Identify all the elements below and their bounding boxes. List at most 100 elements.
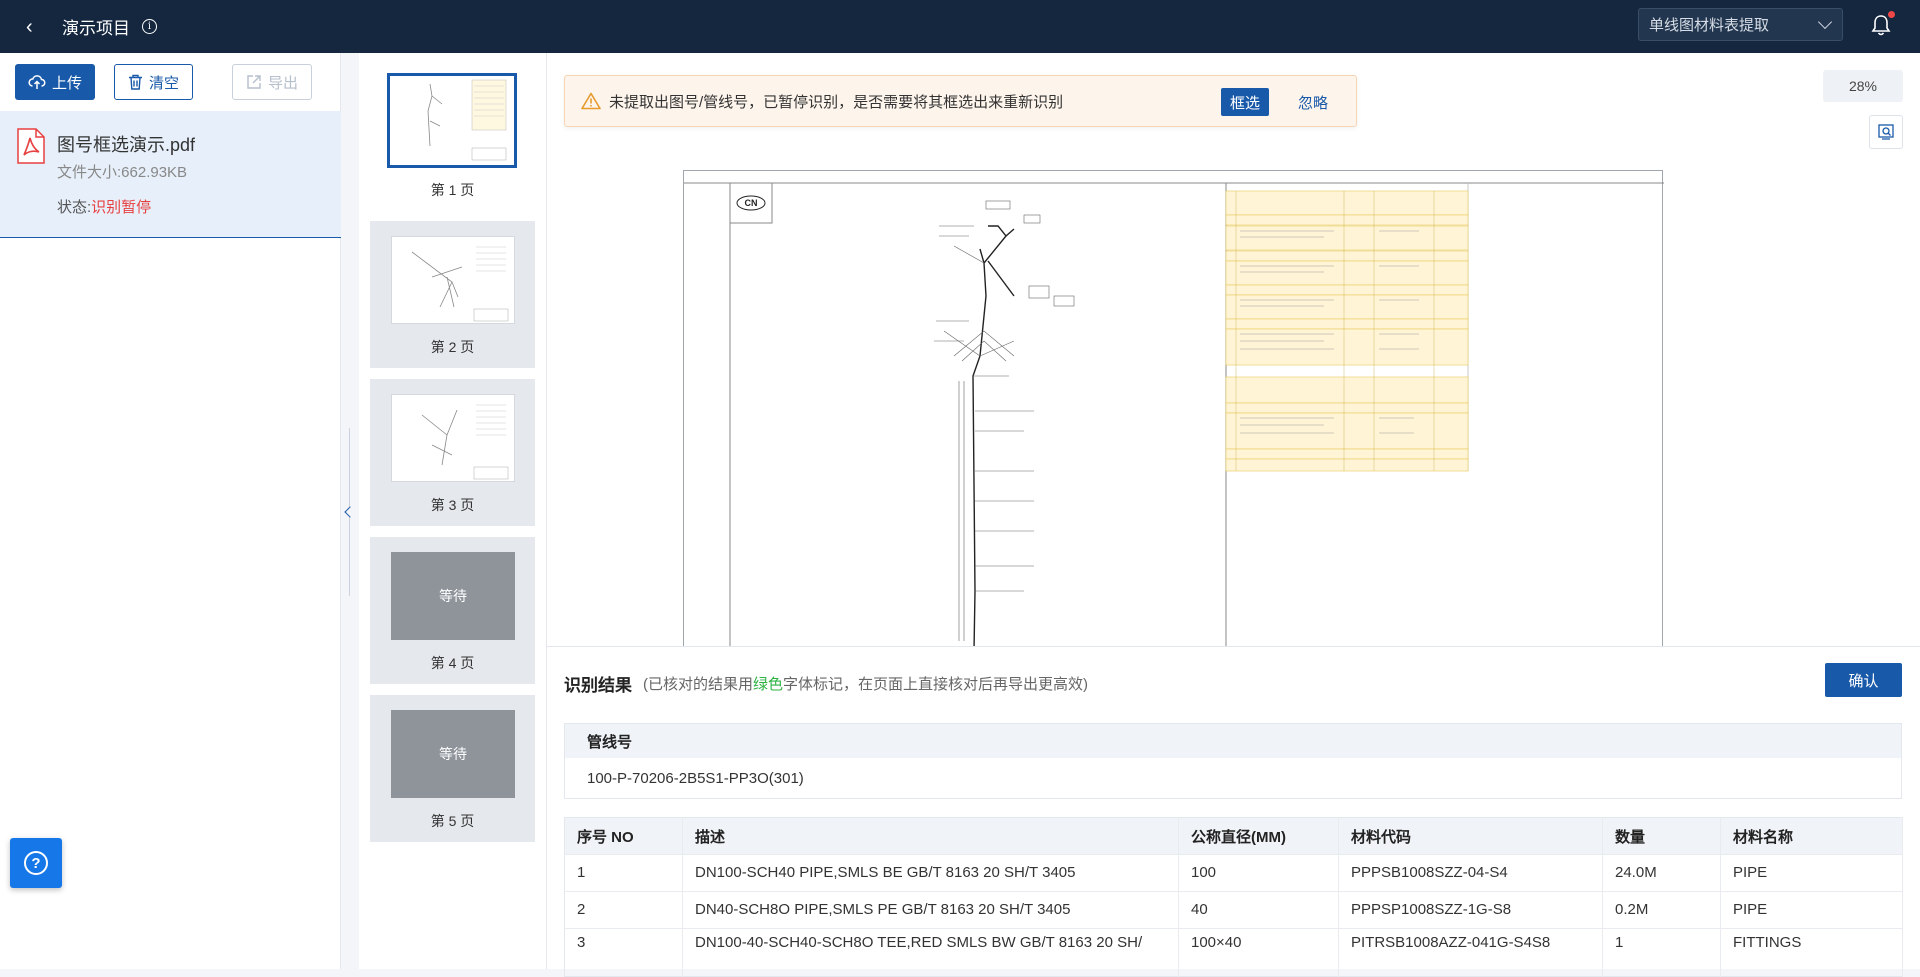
results-note-before: (已核对的结果用 — [643, 676, 753, 693]
export-icon — [247, 75, 261, 89]
thumbnail-caption: 第 4 页 — [430, 655, 475, 671]
top-bar: ‹ 演示项目 i 单线图材料表提取 — [0, 0, 1920, 53]
pause-alert: 未提取出图号/管线号，已暂停识别，是否需要将其框选出来重新识别 框选 忽略 — [564, 75, 1357, 127]
chevron-down-icon — [1817, 14, 1833, 30]
thumbnail-caption: 第 5 页 — [430, 813, 475, 829]
material-table: 序号 NO 描述 公称直径(MM) 材料代码 数量 材料名称 1 DN100-S… — [564, 817, 1903, 977]
pdf-file-icon — [17, 128, 45, 164]
ignore-link[interactable]: 忽略 — [1298, 92, 1328, 113]
column-header: 数量 — [1602, 817, 1721, 855]
column-header: 材料名称 — [1720, 817, 1903, 855]
clear-label: 清空 — [148, 74, 179, 92]
mode-select[interactable]: 单线图材料表提取 — [1638, 8, 1843, 41]
results-note: (已核对的结果用绿色字体标记，在页面上直接核对后再导出更高效) — [643, 673, 1088, 694]
table-cell: 1 — [1602, 928, 1721, 977]
thumbnail-page-3[interactable]: 第 3 页 — [370, 379, 535, 526]
results-note-after: 字体标记，在页面上直接核对后再导出更高效) — [783, 676, 1089, 693]
table-cell: DN100-40-SCH40-SCH8O TEE,RED SMLS BW GB/… — [682, 928, 1179, 977]
cloud-upload-icon — [28, 75, 46, 89]
table-row[interactable]: 3 DN100-40-SCH40-SCH8O TEE,RED SMLS BW G… — [564, 928, 1903, 977]
table-cell: PPPSB1008SZZ-04-S4 — [1338, 854, 1603, 892]
table-cell: 100 — [1178, 854, 1339, 892]
table-cell: 24.0M — [1602, 854, 1721, 892]
thumbnail-page-5[interactable]: 等待 第 5 页 — [370, 695, 535, 842]
file-toolbar: 上传 清空 导出 — [0, 53, 340, 111]
chevron-left-icon — [344, 506, 356, 518]
panel-collapse-handle[interactable] — [341, 428, 359, 596]
table-row[interactable]: 2 DN40-SCH8O PIPE,SMLS PE GB/T 8163 20 S… — [564, 891, 1903, 929]
notification-bell-icon[interactable] — [1871, 11, 1895, 36]
table-cell: PIPE — [1720, 891, 1903, 929]
upload-label: 上传 — [51, 74, 82, 92]
notification-dot — [1888, 11, 1895, 18]
file-panel: 上传 清空 导出 图号框选演示.pdf 文件大小:662.93KB 状态:识别暂… — [0, 53, 341, 969]
export-label: 导出 — [267, 74, 298, 92]
pipeline-number-header: 管线号 — [565, 724, 1901, 758]
table-cell: FITTINGS — [1720, 928, 1903, 977]
results-title: 识别结果 — [564, 676, 632, 695]
recognition-results: 识别结果 (已核对的结果用绿色字体标记，在页面上直接核对后再导出更高效) 确认 … — [547, 646, 1920, 977]
question-icon: ? — [24, 851, 48, 875]
drawing-viewer[interactable]: 未提取出图号/管线号，已暂停识别，是否需要将其框选出来重新识别 框选 忽略 28… — [547, 53, 1920, 646]
thumbnail-image — [391, 394, 515, 482]
table-cell: 3 — [564, 928, 683, 977]
isometric-drawing-page: CN — [683, 170, 1664, 646]
clear-button[interactable]: 清空 — [114, 64, 193, 100]
waiting-overlay: 等待 — [439, 746, 467, 762]
thumbnail-image: 等待 — [391, 552, 515, 640]
confirm-button[interactable]: 确认 — [1825, 663, 1902, 697]
table-cell: 100×40 — [1178, 928, 1339, 977]
thumbnail-image: 等待 — [391, 710, 515, 798]
thumbnail-page-4[interactable]: 等待 第 4 页 — [370, 537, 535, 684]
file-status-prefix: 状态: — [57, 199, 92, 216]
file-name: 图号框选演示.pdf — [57, 135, 196, 155]
fit-view-icon — [1878, 124, 1894, 140]
main-area: 未提取出图号/管线号，已暂停识别，是否需要将其框选出来重新识别 框选 忽略 28… — [547, 53, 1920, 977]
page-thumbnails: 第 1 页 第 2 页 第 3 页 等待 第 4 页 等待 第 5 页 — [359, 53, 547, 969]
thumbnail-image — [387, 73, 517, 168]
column-header: 材料代码 — [1338, 817, 1603, 855]
pipeline-number-box: 管线号 100-P-70206-2B5S1-PP3O(301) — [564, 723, 1902, 799]
box-select-button[interactable]: 框选 — [1221, 88, 1269, 116]
results-note-green: 绿色 — [753, 676, 784, 693]
table-cell: 1 — [564, 854, 683, 892]
file-status: 状态:识别暂停 — [57, 196, 151, 217]
fit-page-button[interactable] — [1869, 115, 1903, 149]
pipeline-number-value[interactable]: 100-P-70206-2B5S1-PP3O(301) — [565, 758, 1901, 798]
thumbnail-caption: 第 1 页 — [430, 182, 475, 198]
column-header: 公称直径(MM) — [1178, 817, 1339, 855]
warning-icon — [581, 92, 601, 110]
table-cell: DN40-SCH8O PIPE,SMLS PE GB/T 8163 20 SH/… — [682, 891, 1179, 929]
thumbnail-page-1[interactable]: 第 1 页 — [370, 63, 535, 210]
table-cell: PPPSP1008SZZ-1G-S8 — [1338, 891, 1603, 929]
trash-icon — [128, 74, 142, 90]
project-title: 演示项目 — [62, 19, 130, 38]
thumbnail-caption: 第 3 页 — [430, 497, 475, 513]
drawing-tag: CN — [745, 198, 758, 208]
table-cell: 2 — [564, 891, 683, 929]
table-cell: 0.2M — [1602, 891, 1721, 929]
column-header: 描述 — [682, 817, 1179, 855]
table-header-row: 序号 NO 描述 公称直径(MM) 材料代码 数量 材料名称 — [564, 817, 1903, 855]
export-button[interactable]: 导出 — [232, 64, 312, 100]
zoom-level: 28% — [1823, 70, 1903, 102]
table-cell: DN100-SCH40 PIPE,SMLS BE GB/T 8163 20 SH… — [682, 854, 1179, 892]
waiting-overlay: 等待 — [439, 588, 467, 604]
column-header: 序号 NO — [564, 817, 683, 855]
back-icon[interactable]: ‹ — [26, 17, 46, 37]
thumbnail-caption: 第 2 页 — [430, 339, 475, 355]
alert-message: 未提取出图号/管线号，已暂停识别，是否需要将其框选出来重新识别 — [609, 93, 1064, 111]
file-list-item[interactable]: 图号框选演示.pdf 文件大小:662.93KB 状态:识别暂停 — [0, 111, 341, 238]
info-icon[interactable]: i — [142, 19, 157, 34]
thumbnail-page-2[interactable]: 第 2 页 — [370, 221, 535, 368]
upload-button[interactable]: 上传 — [15, 64, 95, 100]
thumbnail-image — [391, 236, 515, 324]
file-status-value: 识别暂停 — [91, 199, 152, 216]
table-row[interactable]: 1 DN100-SCH40 PIPE,SMLS BE GB/T 8163 20 … — [564, 854, 1903, 892]
table-cell: PITRSB1008AZZ-041G-S4S8 — [1338, 928, 1603, 977]
table-cell: PIPE — [1720, 854, 1903, 892]
file-size: 文件大小:662.93KB — [57, 164, 188, 181]
table-cell: 40 — [1178, 891, 1339, 929]
mode-select-value: 单线图材料表提取 — [1649, 17, 1770, 34]
help-button[interactable]: ? — [10, 838, 62, 888]
